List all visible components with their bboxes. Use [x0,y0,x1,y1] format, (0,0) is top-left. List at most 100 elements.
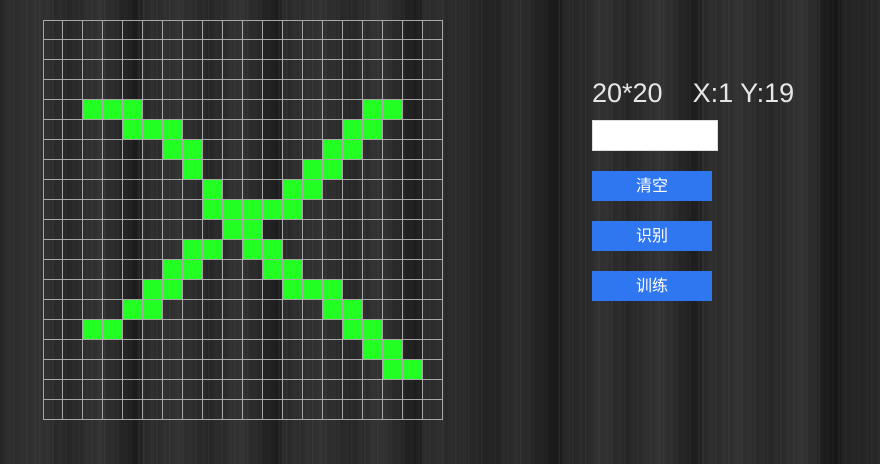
grid-cell[interactable] [43,120,63,140]
grid-cell[interactable] [223,280,243,300]
grid-cell[interactable] [283,100,303,120]
grid-cell[interactable] [383,380,403,400]
grid-cell[interactable] [183,160,203,180]
grid-cell[interactable] [323,360,343,380]
grid-cell[interactable] [383,40,403,60]
grid-cell[interactable] [243,280,263,300]
grid-cell[interactable] [63,120,83,140]
grid-cell[interactable] [383,180,403,200]
grid-cell[interactable] [323,100,343,120]
grid-cell[interactable] [83,240,103,260]
grid-cell[interactable] [103,260,123,280]
grid-cell[interactable] [263,280,283,300]
grid-cell[interactable] [83,140,103,160]
grid-cell[interactable] [83,280,103,300]
grid-cell[interactable] [223,400,243,420]
grid-cell[interactable] [383,160,403,180]
grid-cell[interactable] [363,100,383,120]
grid-cell[interactable] [223,320,243,340]
grid-cell[interactable] [83,80,103,100]
grid-cell[interactable] [223,300,243,320]
grid-cell[interactable] [323,200,343,220]
grid-cell[interactable] [363,160,383,180]
grid-cell[interactable] [403,180,423,200]
grid-cell[interactable] [323,140,343,160]
grid-cell[interactable] [203,120,223,140]
grid-cell[interactable] [143,160,163,180]
grid-cell[interactable] [323,20,343,40]
grid-cell[interactable] [183,260,203,280]
grid-cell[interactable] [303,20,323,40]
grid-cell[interactable] [243,260,263,280]
grid-cell[interactable] [423,300,443,320]
grid-cell[interactable] [83,160,103,180]
grid-cell[interactable] [283,140,303,160]
grid-cell[interactable] [223,260,243,280]
grid-cell[interactable] [243,200,263,220]
grid-cell[interactable] [323,160,343,180]
grid-cell[interactable] [343,240,363,260]
grid-cell[interactable] [203,280,223,300]
grid-cell[interactable] [163,180,183,200]
grid-cell[interactable] [183,60,203,80]
grid-cell[interactable] [423,260,443,280]
grid-cell[interactable] [163,260,183,280]
result-field[interactable] [592,120,718,151]
grid-cell[interactable] [103,360,123,380]
grid-cell[interactable] [303,100,323,120]
grid-cell[interactable] [83,260,103,280]
grid-cell[interactable] [323,320,343,340]
grid-cell[interactable] [243,240,263,260]
grid-cell[interactable] [203,300,223,320]
grid-cell[interactable] [103,140,123,160]
grid-cell[interactable] [343,300,363,320]
grid-cell[interactable] [263,380,283,400]
grid-cell[interactable] [423,340,443,360]
grid-cell[interactable] [343,80,363,100]
grid-cell[interactable] [143,380,163,400]
grid-cell[interactable] [223,240,243,260]
grid-cell[interactable] [163,300,183,320]
grid-cell[interactable] [123,280,143,300]
grid-cell[interactable] [283,180,303,200]
grid-cell[interactable] [423,80,443,100]
grid-cell[interactable] [83,120,103,140]
grid-cell[interactable] [223,180,243,200]
grid-cell[interactable] [283,120,303,140]
grid-cell[interactable] [183,180,203,200]
grid-cell[interactable] [143,100,163,120]
grid-cell[interactable] [203,60,223,80]
grid-cell[interactable] [123,400,143,420]
grid-cell[interactable] [283,320,303,340]
grid-cell[interactable] [223,380,243,400]
grid-cell[interactable] [63,20,83,40]
grid-cell[interactable] [323,380,343,400]
grid-cell[interactable] [263,40,283,60]
grid-cell[interactable] [383,120,403,140]
grid-cell[interactable] [163,380,183,400]
grid-cell[interactable] [263,260,283,280]
grid-cell[interactable] [63,400,83,420]
grid-cell[interactable] [183,120,203,140]
grid-cell[interactable] [343,380,363,400]
grid-cell[interactable] [423,380,443,400]
grid-cell[interactable] [183,100,203,120]
grid-cell[interactable] [123,300,143,320]
grid-cell[interactable] [303,360,323,380]
grid-cell[interactable] [263,160,283,180]
grid-cell[interactable] [143,40,163,60]
grid-cell[interactable] [283,200,303,220]
grid-cell[interactable] [403,300,423,320]
grid-cell[interactable] [103,300,123,320]
grid-cell[interactable] [143,360,163,380]
grid-cell[interactable] [103,180,123,200]
grid-cell[interactable] [383,140,403,160]
grid-cell[interactable] [303,180,323,200]
grid-cell[interactable] [403,240,423,260]
grid-cell[interactable] [283,340,303,360]
grid-cell[interactable] [403,80,423,100]
grid-cell[interactable] [243,220,263,240]
grid-cell[interactable] [243,340,263,360]
grid-cell[interactable] [303,400,323,420]
grid-cell[interactable] [363,80,383,100]
